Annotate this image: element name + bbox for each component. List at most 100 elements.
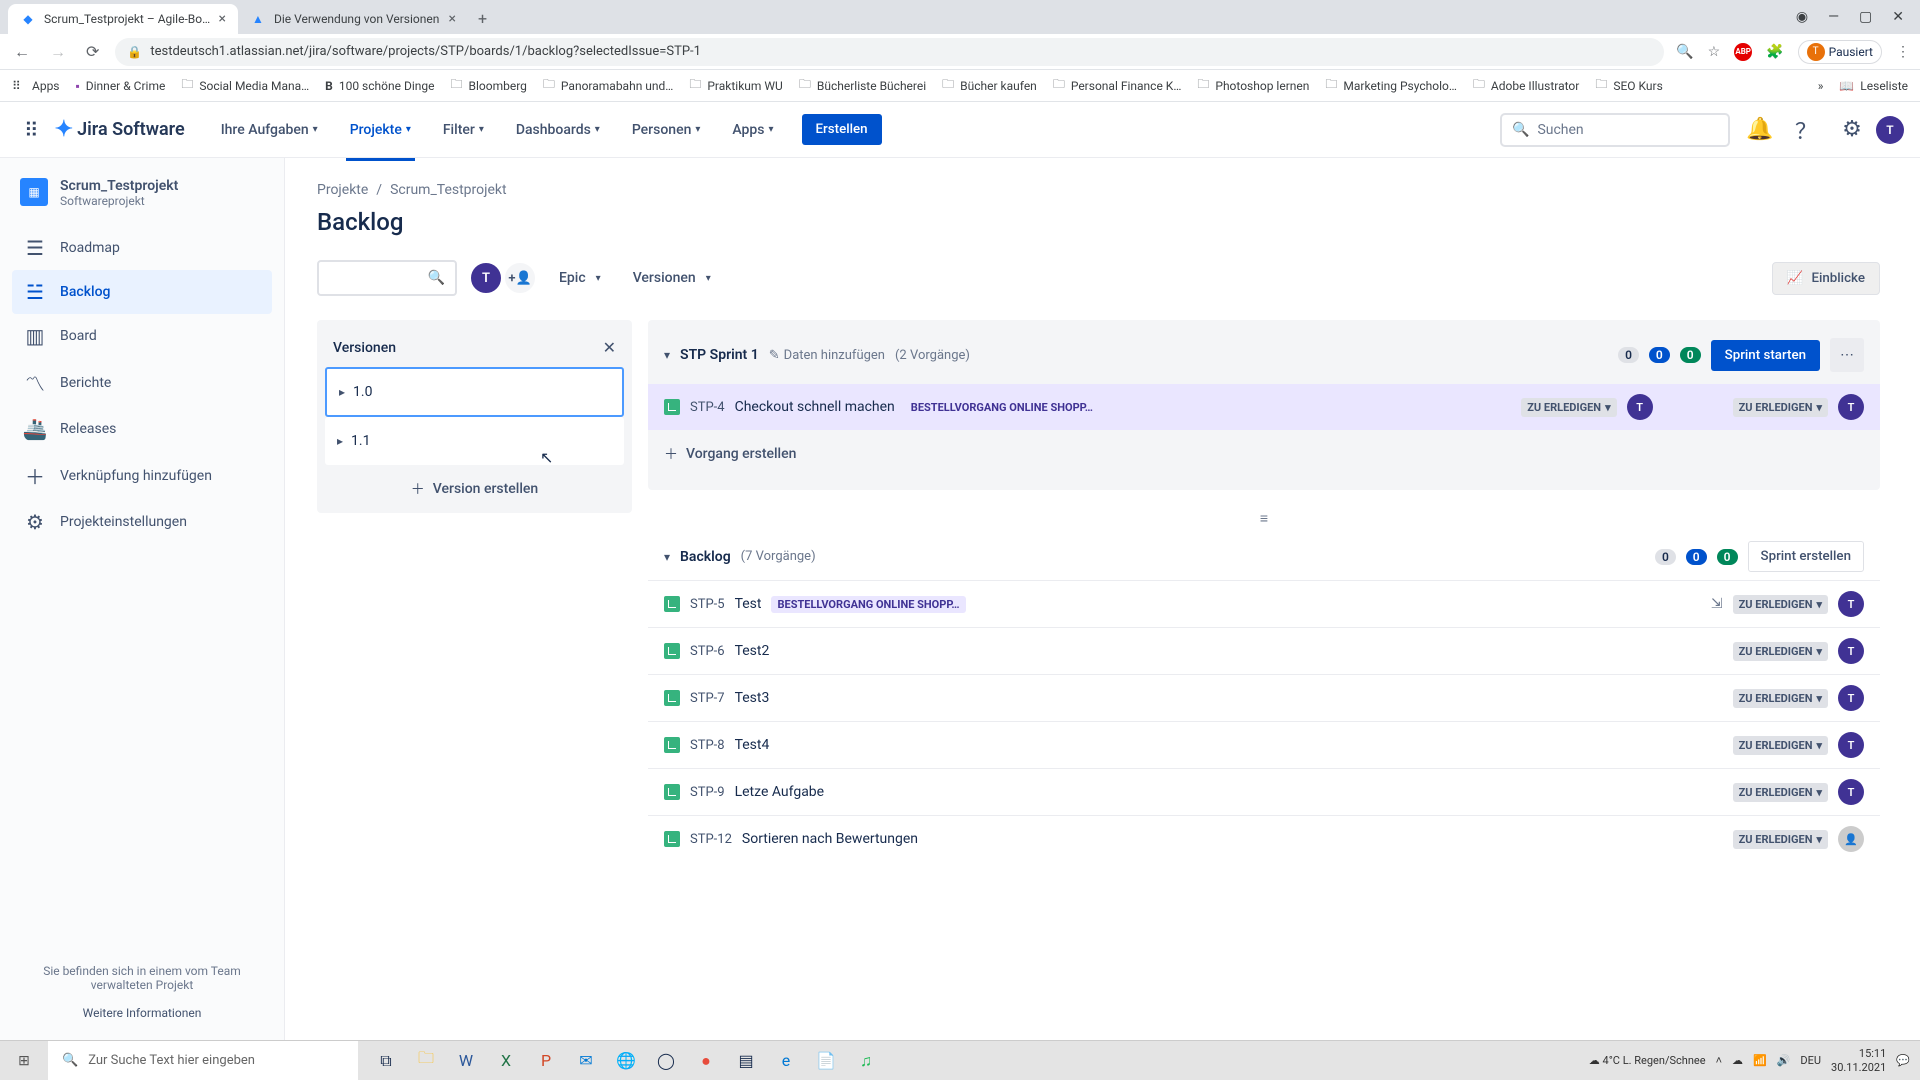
bookmark-item[interactable]: 🗀Bücher kaufen bbox=[942, 75, 1037, 96]
forward-button[interactable]: → bbox=[46, 42, 70, 62]
bookmark-item[interactable]: 🗀Social Media Mana… bbox=[181, 75, 309, 96]
obs-icon[interactable]: ◯ bbox=[646, 1041, 686, 1080]
status-dropdown[interactable]: ZU ERLEDIGEN▾ bbox=[1521, 398, 1616, 417]
version-item[interactable]: ▸ 1.1 bbox=[325, 417, 624, 465]
sprint-name[interactable]: STP Sprint 1 bbox=[680, 347, 759, 363]
app-switcher-icon[interactable]: ⠿ bbox=[16, 118, 47, 142]
add-people-button[interactable]: +👤 bbox=[503, 261, 537, 295]
mail-icon[interactable]: ✉ bbox=[566, 1041, 606, 1080]
maximize-icon[interactable]: ▢ bbox=[1859, 9, 1872, 25]
versions-filter-dropdown[interactable]: Versionen▾ bbox=[623, 262, 721, 294]
breadcrumb-item[interactable]: Scrum_Testprojekt bbox=[390, 182, 507, 198]
powerpoint-icon[interactable]: P bbox=[526, 1041, 566, 1080]
assignee-avatar[interactable]: 👤 bbox=[1838, 826, 1864, 852]
assignee-avatar[interactable]: T bbox=[1838, 394, 1864, 420]
notifications-tray-icon[interactable]: 💬 bbox=[1896, 1054, 1910, 1067]
assignee-avatar[interactable]: T bbox=[1838, 638, 1864, 664]
version-item-selected[interactable]: ▸ 1.0 bbox=[325, 367, 624, 417]
bookmark-item[interactable]: 🗀Marketing Psycholo… bbox=[1325, 75, 1457, 96]
assignee-avatar[interactable]: T bbox=[1838, 591, 1864, 617]
bookmark-item[interactable]: 🗀Photoshop lernen bbox=[1197, 75, 1309, 96]
excel-icon[interactable]: X bbox=[486, 1041, 526, 1080]
notifications-icon[interactable]: 🔔 bbox=[1744, 114, 1776, 146]
apps-bookmark[interactable]: ⠿Apps bbox=[12, 79, 60, 93]
bookmark-item[interactable]: 🗀Praktikum WU bbox=[689, 75, 783, 96]
bookmark-item[interactable]: ▪Dinner & Crime bbox=[76, 79, 166, 93]
back-button[interactable]: ← bbox=[10, 42, 34, 62]
sidebar-item-settings[interactable]: ⚙Projekteinstellungen bbox=[12, 500, 272, 544]
breadcrumb-item[interactable]: Projekte bbox=[317, 182, 368, 198]
issue-key[interactable]: STP-4 bbox=[690, 400, 725, 415]
create-sprint-button[interactable]: Sprint erstellen bbox=[1748, 541, 1864, 572]
bookmark-item[interactable]: 🗀Adobe Illustrator bbox=[1473, 75, 1579, 96]
sidebar-item-board[interactable]: ▥Board bbox=[12, 314, 272, 358]
profile-avatar[interactable]: T bbox=[1876, 116, 1904, 144]
reading-list-button[interactable]: 📖Leseliste bbox=[1839, 79, 1908, 93]
file-explorer-icon[interactable]: 🗀 bbox=[406, 1041, 446, 1080]
profile-badge[interactable]: T Pausiert bbox=[1798, 40, 1882, 64]
reload-button[interactable]: ⟳ bbox=[82, 42, 103, 61]
app-icon[interactable]: ● bbox=[686, 1041, 726, 1080]
status-dropdown[interactable]: ZU ERLEDIGEN▾ bbox=[1733, 783, 1828, 802]
nav-filters[interactable]: Filter▾ bbox=[439, 114, 488, 146]
nav-people[interactable]: Personen▾ bbox=[628, 114, 705, 146]
help-icon[interactable]: ？ bbox=[1790, 114, 1822, 146]
issue-row[interactable]: STP-5 Test BESTELLVORGANG ONLINE SHOPP… … bbox=[648, 581, 1880, 627]
assignee-filter-avatar[interactable]: T bbox=[469, 261, 503, 295]
start-sprint-button[interactable]: Sprint starten bbox=[1711, 340, 1820, 371]
tray-chevron-icon[interactable]: ˄ bbox=[1716, 1054, 1722, 1067]
issue-row[interactable]: STP-7 Test3 ZU ERLEDIGEN▾ T bbox=[648, 674, 1880, 721]
extensions-icon[interactable]: 🧩 bbox=[1766, 44, 1783, 60]
issue-key[interactable]: STP-12 bbox=[690, 832, 732, 847]
backlog-search-input[interactable]: 🔍 bbox=[317, 260, 457, 296]
status-dropdown[interactable]: ZU ERLEDIGEN▾ bbox=[1733, 595, 1828, 614]
nav-projects[interactable]: Projekte▾ bbox=[346, 114, 415, 146]
status-dropdown[interactable]: ZU ERLEDIGEN▾ bbox=[1733, 736, 1828, 755]
assignee-avatar[interactable]: T bbox=[1838, 732, 1864, 758]
chevron-down-icon[interactable]: ▾ bbox=[664, 550, 670, 564]
issue-row[interactable]: STP-4 Checkout schnell machen BESTELLVOR… bbox=[648, 384, 1880, 430]
chevron-right-icon[interactable]: ▸ bbox=[339, 385, 345, 399]
sidebar-item-releases[interactable]: 🚢Releases bbox=[12, 407, 272, 451]
browser-tab-inactive[interactable]: ▲ Die Verwendung von Versionen × bbox=[238, 4, 468, 34]
nav-dashboards[interactable]: Dashboards▾ bbox=[512, 114, 604, 146]
word-icon[interactable]: W bbox=[446, 1041, 486, 1080]
issue-row[interactable]: STP-6 Test2 ZU ERLEDIGEN▾ T bbox=[648, 627, 1880, 674]
sidebar-item-backlog[interactable]: ☱Backlog bbox=[12, 270, 272, 314]
assignee-avatar[interactable]: T bbox=[1627, 394, 1653, 420]
bookmark-item[interactable]: 🗀SEO Kurs bbox=[1595, 75, 1662, 96]
epic-tag[interactable]: BESTELLVORGANG ONLINE SHOPP… bbox=[771, 596, 965, 613]
status-dropdown[interactable]: ZU ERLEDIGEN▾ bbox=[1733, 830, 1828, 849]
volume-icon[interactable]: 🔊 bbox=[1777, 1054, 1791, 1067]
insights-button[interactable]: 📈Einblicke bbox=[1772, 262, 1880, 295]
bookmark-overflow[interactable]: » bbox=[1818, 79, 1824, 93]
task-view-icon[interactable]: ⧉ bbox=[366, 1041, 406, 1080]
chrome-menu-icon[interactable]: ⋮ bbox=[1896, 44, 1910, 60]
edge-icon[interactable]: e bbox=[766, 1041, 806, 1080]
sidebar-item-add-link[interactable]: ＋Verknüpfung hinzufügen bbox=[12, 451, 272, 500]
new-tab-button[interactable]: + bbox=[468, 3, 497, 34]
language-indicator[interactable]: DEU bbox=[1800, 1054, 1821, 1067]
child-issues-icon[interactable]: ⇲ bbox=[1711, 596, 1723, 612]
issue-row[interactable]: STP-9 Letze Aufgabe ZU ERLEDIGEN▾ T bbox=[648, 768, 1880, 815]
weather-widget[interactable]: ☁ 4°C L. Regen/Schnee bbox=[1589, 1054, 1706, 1067]
settings-gear-icon[interactable]: ⚙ bbox=[1836, 114, 1868, 146]
issue-key[interactable]: STP-6 bbox=[690, 644, 725, 659]
issue-key[interactable]: STP-8 bbox=[690, 738, 725, 753]
sidebar-item-reports[interactable]: 〽Berichte bbox=[12, 358, 272, 407]
bookmark-item[interactable]: B100 schöne Dinge bbox=[325, 79, 434, 93]
chevron-down-icon[interactable]: ▾ bbox=[664, 348, 670, 362]
taskbar-search-input[interactable]: 🔍 Zur Suche Text hier eingeben bbox=[48, 1041, 358, 1080]
status-dropdown[interactable]: ZU ERLEDIGEN▾ bbox=[1733, 642, 1828, 661]
issue-key[interactable]: STP-7 bbox=[690, 691, 725, 706]
app-icon[interactable]: ▤ bbox=[726, 1041, 766, 1080]
close-icon[interactable]: × bbox=[219, 11, 226, 27]
learn-more-link[interactable]: Weitere Informationen bbox=[20, 1006, 264, 1020]
url-input[interactable]: 🔒 testdeutsch1.atlassian.net/jira/softwa… bbox=[115, 38, 1664, 66]
record-icon[interactable]: ◉ bbox=[1796, 9, 1808, 25]
onedrive-icon[interactable]: ☁ bbox=[1732, 1054, 1743, 1067]
minimize-icon[interactable]: — bbox=[1828, 9, 1839, 25]
clock[interactable]: 15:11 30.11.2021 bbox=[1831, 1047, 1886, 1073]
zoom-icon[interactable]: 🔍 bbox=[1676, 44, 1693, 60]
bookmark-item[interactable]: 🗀Personal Finance K… bbox=[1053, 75, 1182, 96]
